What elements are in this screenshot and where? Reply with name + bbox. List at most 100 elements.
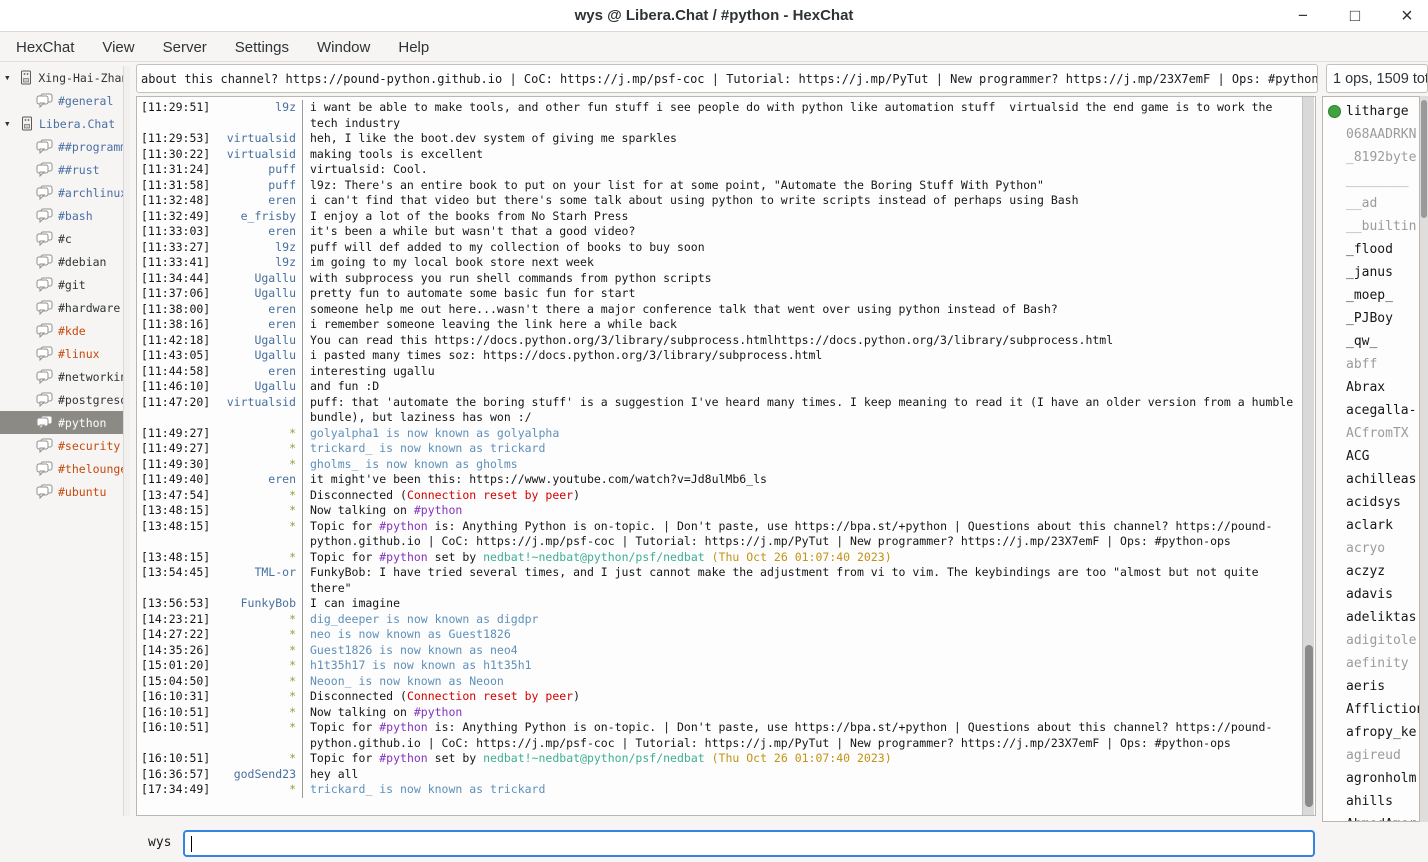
user-row[interactable]: litharge (1323, 100, 1419, 123)
event-marker: * (211, 720, 303, 751)
user-row[interactable]: aclark (1323, 514, 1419, 537)
user-row[interactable]: adavis (1323, 583, 1419, 606)
sidebar-item-debian[interactable]: #debian (0, 250, 124, 273)
expander-icon[interactable]: ▾ (4, 117, 18, 130)
message-segment: it's been a while but wasn't that a good… (310, 224, 635, 238)
menu-help[interactable]: Help (390, 35, 443, 60)
user-row[interactable]: Abrax (1323, 376, 1419, 399)
sidebar-item-thelounge[interactable]: #thelounge (0, 457, 124, 480)
message-segment: dig_deeper is now known as digdpr (310, 612, 538, 626)
minimize-button[interactable]: − (1292, 5, 1314, 27)
message-text: Topic for #python set by nedbat!~nedbat@… (303, 550, 1315, 566)
sidebar-item-git[interactable]: #git (0, 273, 124, 296)
user-row[interactable]: ACG (1323, 445, 1419, 468)
message-segment: i remember someone leaving the link here… (310, 317, 677, 331)
sidebar-item-bash[interactable]: #bash (0, 204, 124, 227)
user-row[interactable]: _janus (1323, 261, 1419, 284)
user-row[interactable]: acryo (1323, 537, 1419, 560)
menu-server[interactable]: Server (155, 35, 221, 60)
chat-line: [13:48:15]*Now talking on #python (137, 503, 1315, 519)
message-text: Topic for #python set by nedbat!~nedbat@… (303, 751, 1315, 767)
sidebar-item-rust[interactable]: ##rust (0, 158, 124, 181)
message-text: neo is now known as Guest1826 (303, 627, 1315, 643)
user-row[interactable]: _flood (1323, 238, 1419, 261)
close-button[interactable]: × (1396, 5, 1418, 27)
sidebar-item-ubuntu[interactable]: #ubuntu (0, 480, 124, 503)
message-text: trickard_ is now known as trickard (303, 782, 1315, 798)
message-text: virtualsid: Cool. (303, 162, 1315, 178)
sidebar-item-kde[interactable]: #kde (0, 319, 124, 342)
user-row[interactable]: _8192byte (1323, 146, 1419, 169)
user-row[interactable]: afropy_ke (1323, 721, 1419, 744)
menu-view[interactable]: View (94, 35, 148, 60)
user-nick: _janus (1346, 265, 1393, 280)
user-row[interactable]: agronholm (1323, 767, 1419, 790)
user-row[interactable]: aefinity (1323, 652, 1419, 675)
timestamp: [11:46:10] (137, 379, 211, 395)
user-row[interactable]: Affliction (1323, 698, 1419, 721)
user-row[interactable]: __ad (1323, 192, 1419, 215)
user-row[interactable]: agireud (1323, 744, 1419, 767)
sidebar-item-programming[interactable]: ##programming (0, 135, 124, 158)
title-bar[interactable]: wys @ Libera.Chat / #python - HexChat − … (0, 0, 1428, 32)
chat-line: [17:34:49]*trickard_ is now known as tri… (137, 782, 1315, 798)
user-row[interactable]: _PJBoy (1323, 307, 1419, 330)
timestamp: [11:31:58] (137, 178, 211, 194)
message-text: I enjoy a lot of the books from No Starh… (303, 209, 1315, 225)
menu-hexchat[interactable]: HexChat (8, 35, 88, 60)
message-input[interactable] (183, 830, 1315, 857)
sidebar-item-python[interactable]: #python (0, 411, 124, 434)
event-marker: * (211, 612, 303, 628)
expander-icon[interactable]: ▾ (4, 71, 17, 84)
user-row[interactable]: _qw_ (1323, 330, 1419, 353)
user-row[interactable]: AhmedAmer (1323, 813, 1419, 822)
topic-text: about this channel? https://pound-python… (141, 72, 1318, 86)
chat-bubble-icon (36, 484, 53, 499)
sidebar-network-libera.chat[interactable]: ▾Libera.Chat (0, 112, 124, 135)
menu-window[interactable]: Window (309, 35, 384, 60)
chat-bubble-icon (36, 231, 53, 246)
user-row[interactable]: 068AADRKN (1323, 123, 1419, 146)
user-row[interactable]: adigitole (1323, 629, 1419, 652)
chat-line: [11:47:20]virtualsidpuff: that 'automate… (137, 395, 1315, 426)
user-row[interactable]: acidsys (1323, 491, 1419, 514)
user-row[interactable]: __builtin (1323, 215, 1419, 238)
maximize-button[interactable]: □ (1344, 5, 1366, 27)
userlist-scrollbar-thumb[interactable] (1421, 100, 1427, 218)
timestamp: [14:23:21] (137, 612, 211, 628)
message-segment: and fun :D (310, 379, 379, 393)
message-text: puff: that 'automate the boring stuff' i… (303, 395, 1315, 426)
user-row[interactable]: ________ (1323, 169, 1419, 192)
user-row[interactable]: _moep_ (1323, 284, 1419, 307)
sidebar-item-hardware[interactable]: #hardware (0, 296, 124, 319)
user-row[interactable]: aczyz (1323, 560, 1419, 583)
menu-settings[interactable]: Settings (227, 35, 303, 60)
sidebar-item-networking[interactable]: #networking (0, 365, 124, 388)
sidebar-item-postgresql[interactable]: #postgresql (0, 388, 124, 411)
user-row[interactable]: adeliktas (1323, 606, 1419, 629)
server-icon (19, 70, 33, 85)
sidebar-item-archlinux[interactable]: #archlinux (0, 181, 124, 204)
sidebar-item-linux[interactable]: #linux (0, 342, 124, 365)
chat-scrollbar-thumb[interactable] (1305, 645, 1313, 807)
chat-scrollbar[interactable] (1302, 97, 1314, 815)
sidebar-item-c[interactable]: #c (0, 227, 124, 250)
tree-scrollbar[interactable] (123, 66, 130, 816)
sidebar-item-general[interactable]: #general (0, 89, 124, 112)
user-row[interactable]: aeris (1323, 675, 1419, 698)
topic-input[interactable]: about this channel? https://pound-python… (136, 64, 1318, 93)
channel-label: #archlinux (58, 186, 124, 200)
user-row[interactable]: ACfromTX (1323, 422, 1419, 445)
chat-area[interactable]: [11:29:51]l9zi want be able to make tool… (136, 96, 1316, 816)
user-row[interactable]: acegalla- (1323, 399, 1419, 422)
chat-line: [16:10:51]*Topic for #python set by nedb… (137, 751, 1315, 767)
timestamp: [14:35:26] (137, 643, 211, 659)
user-row[interactable]: abff (1323, 353, 1419, 376)
timestamp: [11:33:27] (137, 240, 211, 256)
timestamp: [11:38:00] (137, 302, 211, 318)
chat-line: [11:38:00]erensomeone help me out here..… (137, 302, 1315, 318)
user-row[interactable]: achilleas (1323, 468, 1419, 491)
user-row[interactable]: ahills (1323, 790, 1419, 813)
sidebar-network-xing-hai-zhan[interactable]: ▾Xing-Hai-Zhan (0, 66, 124, 89)
sidebar-item-security[interactable]: #security (0, 434, 124, 457)
